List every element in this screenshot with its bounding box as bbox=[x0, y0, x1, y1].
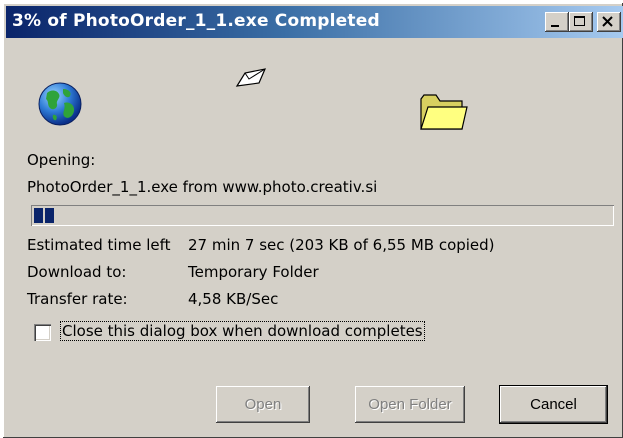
transfer-rate-label: Transfer rate: bbox=[27, 290, 128, 308]
progress-chunk bbox=[34, 208, 43, 223]
folder-icon bbox=[420, 94, 468, 130]
download-dialog: 3% of PhotoOrder_1_1.exe Completed Openi… bbox=[3, 3, 623, 438]
download-progress-bar bbox=[31, 205, 614, 226]
close-icon bbox=[602, 16, 613, 27]
file-source-text: PhotoOrder_1_1.exe from www.photo.creati… bbox=[27, 178, 378, 196]
title-bar[interactable]: 3% of PhotoOrder_1_1.exe Completed bbox=[6, 6, 623, 38]
download-to-label: Download to: bbox=[27, 263, 127, 281]
window-title: 3% of PhotoOrder_1_1.exe Completed bbox=[12, 11, 380, 31]
close-when-done-label[interactable]: Close this dialog box when download comp… bbox=[60, 321, 425, 341]
opening-label: Opening: bbox=[27, 151, 96, 169]
progress-fill bbox=[34, 208, 54, 223]
minimize-button[interactable] bbox=[545, 12, 569, 32]
time-left-value: 27 min 7 sec (203 KB of 6,55 MB copied) bbox=[188, 236, 495, 254]
globe-icon bbox=[38, 82, 82, 126]
close-when-done-checkbox[interactable] bbox=[34, 324, 51, 341]
open-folder-button[interactable]: Open Folder bbox=[355, 386, 465, 423]
open-button[interactable]: Open bbox=[216, 386, 310, 423]
time-left-label: Estimated time left bbox=[27, 236, 171, 254]
flying-document-icon bbox=[235, 68, 267, 87]
close-button[interactable] bbox=[597, 12, 621, 32]
transfer-rate-value: 4,58 KB/Sec bbox=[188, 290, 279, 308]
minimize-icon bbox=[551, 25, 559, 27]
progress-chunk bbox=[45, 208, 54, 223]
download-to-value: Temporary Folder bbox=[188, 263, 319, 281]
maximize-button[interactable] bbox=[569, 12, 593, 32]
maximize-icon bbox=[574, 16, 585, 26]
cancel-button[interactable]: Cancel bbox=[500, 386, 607, 423]
